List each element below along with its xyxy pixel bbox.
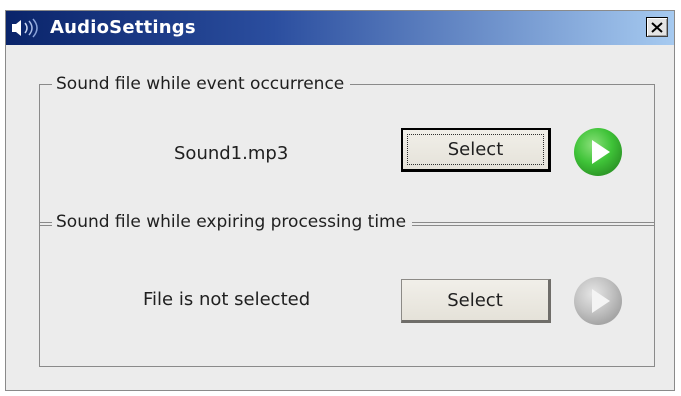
focus-ring (407, 134, 544, 165)
expiring-sound-file-label: File is not selected (143, 289, 311, 310)
expiring-sound-select-label: Select (447, 289, 503, 311)
play-icon-green[interactable] (573, 127, 623, 177)
event-sound-group: Sound file while event occurrence Sound1… (39, 74, 655, 226)
expiring-sound-caption: Sound file while expiring processing tim… (52, 212, 413, 232)
event-sound-caption: Sound file while event occurrence (52, 74, 351, 94)
play-icon-disabled[interactable] (573, 276, 623, 326)
expiring-sound-select-button[interactable]: Select (401, 279, 551, 323)
window-title: AudioSettings (50, 17, 196, 38)
title-bar[interactable]: AudioSettings (6, 11, 674, 45)
expiring-sound-group: Sound file while expiring processing tim… (39, 212, 655, 367)
close-button[interactable] (646, 17, 668, 37)
event-sound-file-label: Sound1.mp3 (174, 143, 289, 164)
close-icon (651, 21, 663, 33)
event-sound-select-button[interactable]: Select (401, 128, 551, 172)
speaker-icon (12, 18, 38, 38)
audio-settings-window: AudioSettings Sound file while event occ… (5, 10, 675, 391)
